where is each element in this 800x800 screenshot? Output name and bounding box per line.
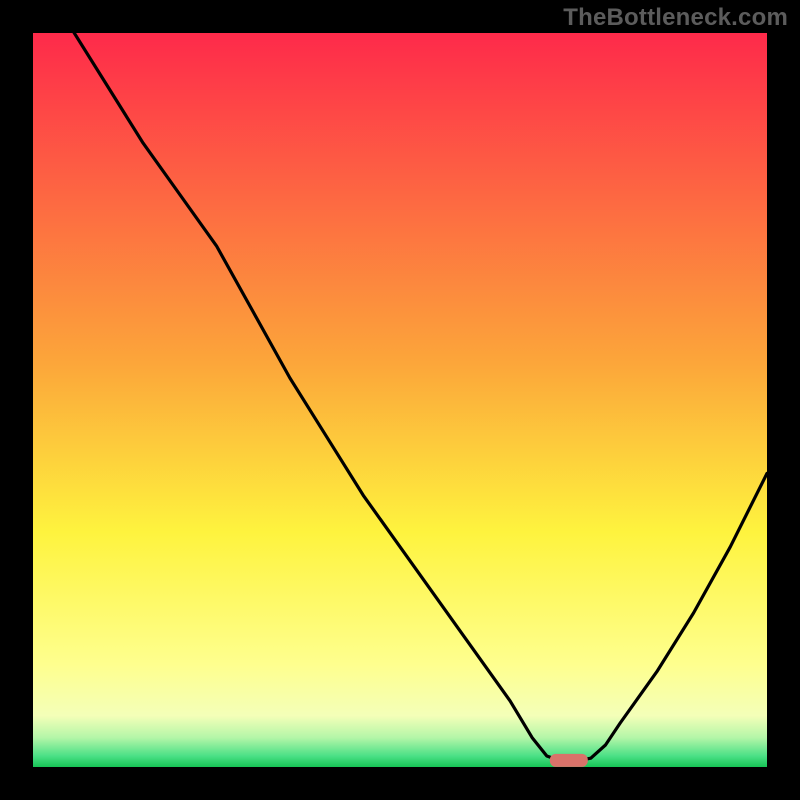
- watermark-text: TheBottleneck.com: [563, 4, 788, 32]
- optimal-marker: [550, 754, 588, 767]
- chart-frame: TheBottleneck.com: [0, 0, 800, 800]
- chart-svg: [0, 0, 800, 800]
